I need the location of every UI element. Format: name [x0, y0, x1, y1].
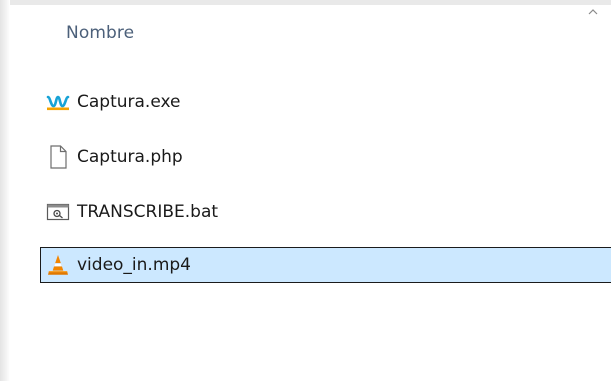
window-left-edge — [0, 0, 10, 381]
file-list-panel — [10, 5, 611, 381]
vlc-cone-icon — [46, 253, 70, 277]
app-waveform-icon — [46, 90, 70, 114]
file-name: Captura.exe — [77, 92, 181, 112]
file-row-captura-php[interactable]: Captura.php — [40, 139, 611, 175]
file-row-transcribe-bat[interactable]: TRANSCRIBE.bat — [40, 194, 611, 230]
batch-file-icon — [46, 200, 70, 224]
file-name: TRANSCRIBE.bat — [77, 202, 219, 222]
column-header-name[interactable]: Nombre — [66, 23, 134, 43]
file-name: video_in.mp4 — [77, 255, 192, 275]
file-row-captura-exe[interactable]: Captura.exe — [40, 84, 611, 120]
sort-caret-icon[interactable] — [588, 8, 598, 16]
file-row-video-in-mp4[interactable]: video_in.mp4 — [40, 247, 611, 283]
generic-file-icon — [46, 145, 70, 169]
file-name: Captura.php — [77, 147, 183, 167]
